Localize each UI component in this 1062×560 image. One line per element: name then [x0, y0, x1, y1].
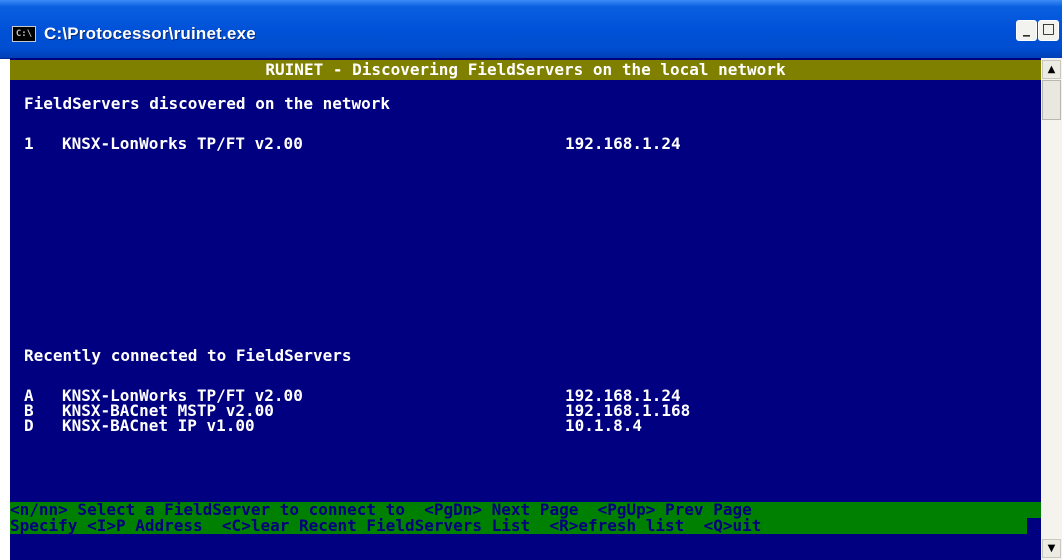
console-header-text: RUINET - Discovering FieldServers on the… — [265, 60, 786, 79]
scroll-down-arrow-icon[interactable]: ▼ — [1042, 539, 1061, 558]
console-screen[interactable]: RUINET - Discovering FieldServers on the… — [10, 58, 1041, 560]
discovered-item-ip: 192.168.1.24 — [565, 134, 681, 153]
recent-heading: Recently connected to FieldServers — [24, 346, 352, 365]
discovered-item-key: 1 — [24, 134, 34, 153]
maximize-button[interactable]: □ — [1038, 20, 1059, 41]
command-footer-bar: <n/nn> Select a FieldServer to connect t… — [10, 502, 1041, 534]
vertical-scrollbar[interactable]: ▲ ▼ — [1041, 58, 1062, 560]
console-app-icon[interactable]: C:\ — [12, 26, 36, 42]
scroll-up-arrow-icon[interactable]: ▲ — [1042, 60, 1061, 79]
window-title-bar[interactable]: C:\ C:\Protocessor\ruinet.exe _ □ — [0, 0, 1062, 59]
discovered-item-name[interactable]: KNSX-LonWorks TP/FT v2.00 — [62, 136, 303, 152]
recent-item-ip: 10.1.8.4 — [565, 416, 643, 435]
console-header-bar: RUINET - Discovering FieldServers on the… — [10, 60, 1041, 80]
minimize-button[interactable]: _ — [1016, 20, 1037, 41]
text-cursor — [1027, 518, 1041, 534]
discovered-heading: FieldServers discovered on the network — [24, 94, 391, 113]
window-title: C:\Protocessor\ruinet.exe — [44, 24, 256, 43]
recent-item-key: D — [24, 416, 34, 435]
scroll-thumb[interactable] — [1042, 80, 1061, 120]
recent-item-name[interactable]: KNSX-BACnet IP v1.00 — [62, 418, 255, 434]
command-hints-line-2: Specify <I>P Address <C>lear Recent Fiel… — [10, 516, 762, 535]
